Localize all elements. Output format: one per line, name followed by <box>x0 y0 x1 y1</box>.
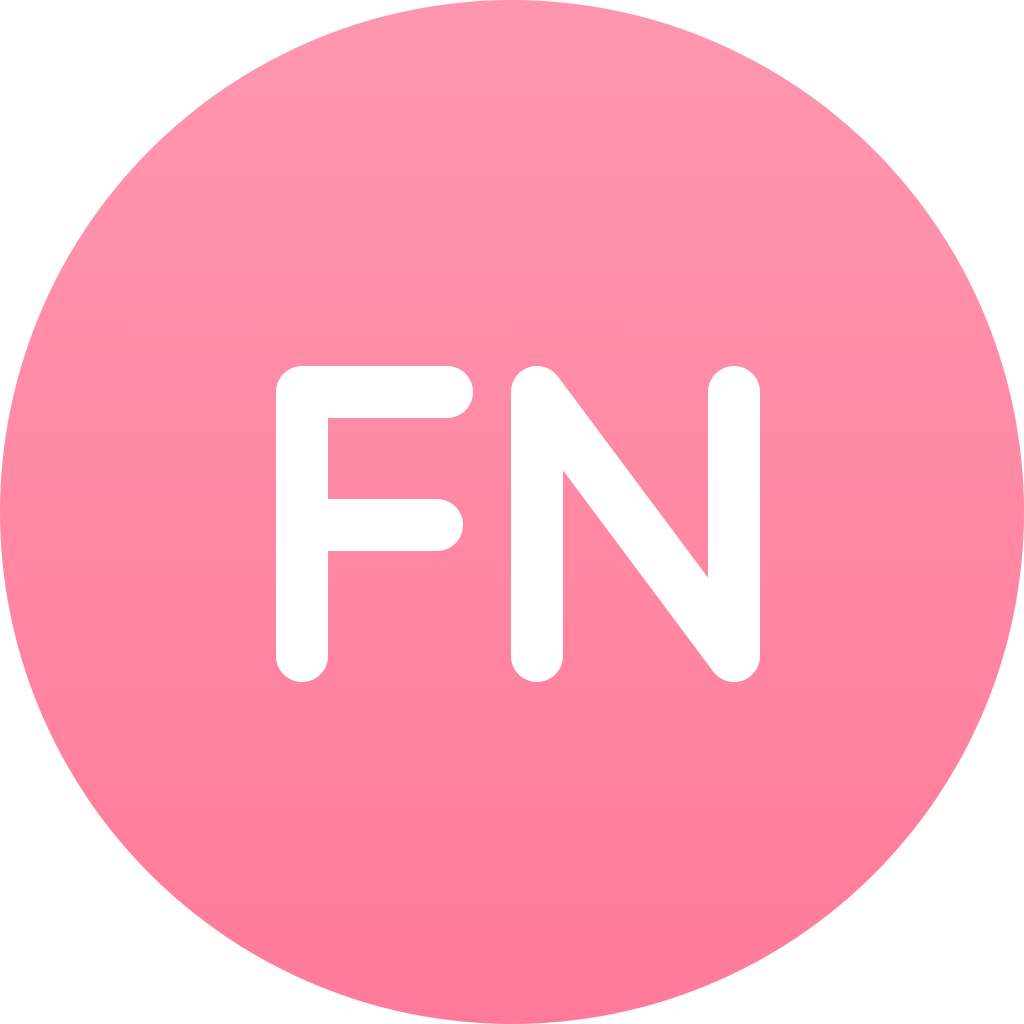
avatar-canvas: FN <box>0 0 1024 1024</box>
avatar-monogram <box>276 366 760 682</box>
avatar[interactable]: FN <box>0 0 1024 1024</box>
initial-n-shape <box>511 366 760 682</box>
initial-f-shape <box>276 366 473 682</box>
